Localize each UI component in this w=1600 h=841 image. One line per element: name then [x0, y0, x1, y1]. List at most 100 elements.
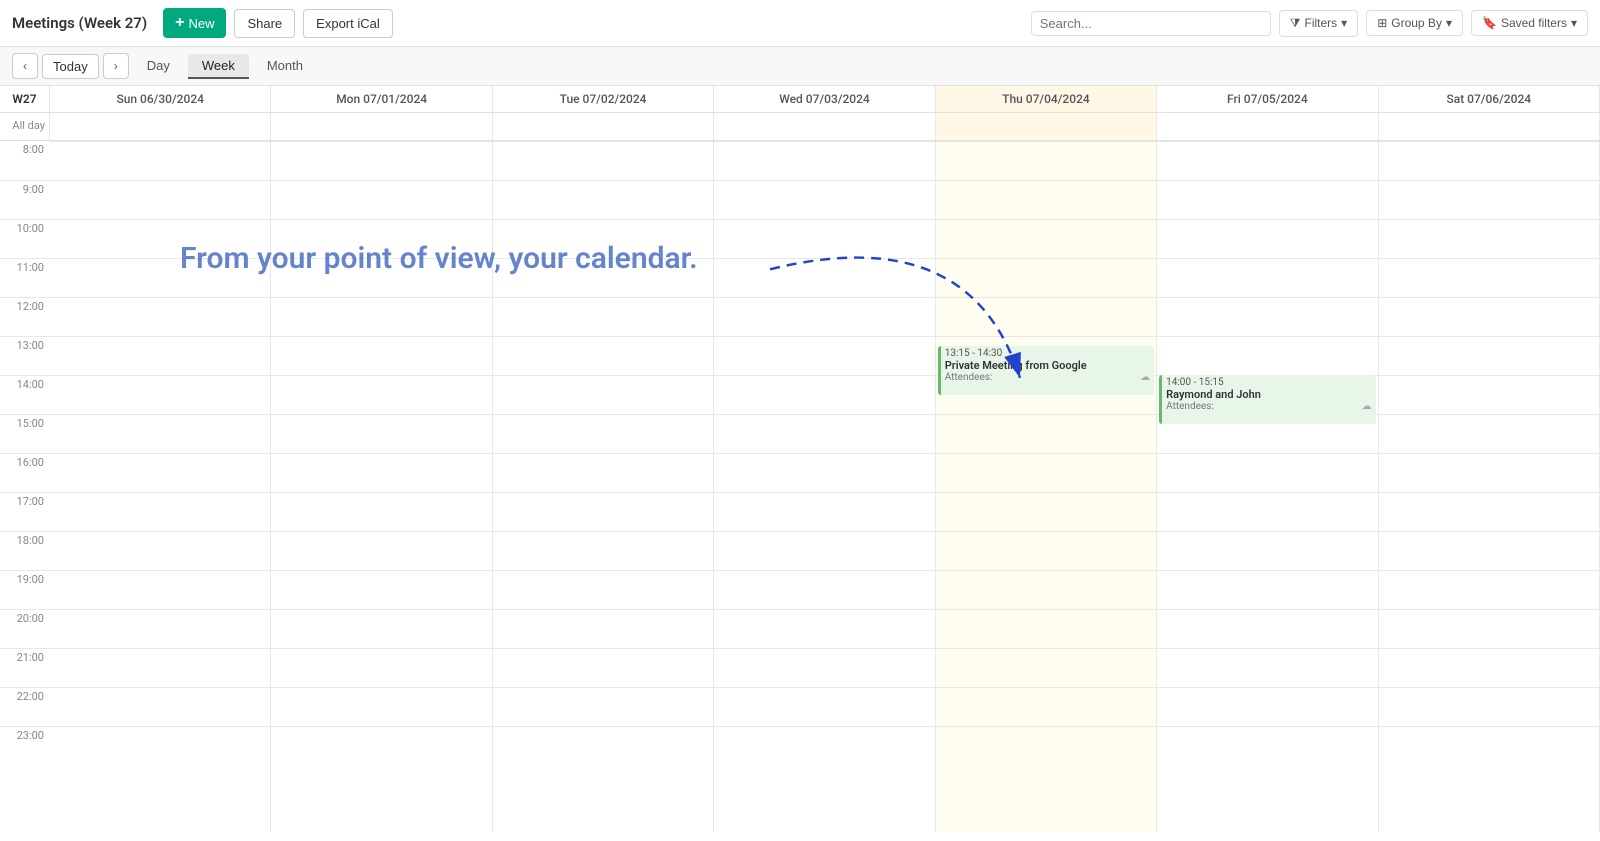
hour-line: [1157, 219, 1377, 258]
cal-body: 8:009:0010:0011:0012:0013:0014:0015:0016…: [0, 141, 1600, 832]
event-block[interactable]: 13:15 - 14:30Private Meeting from Google…: [938, 346, 1154, 395]
hour-line: [50, 180, 270, 219]
hour-line: [50, 336, 270, 375]
time-column: 8:009:0010:0011:0012:0013:0014:0015:0016…: [0, 141, 50, 832]
time-slot: 8:00: [0, 141, 50, 180]
hour-line: [1379, 609, 1599, 648]
day-col-sat[interactable]: [1379, 141, 1600, 832]
filter-icon: ⧩: [1290, 16, 1301, 31]
col-sat: Sat 07/06/2024: [1379, 86, 1600, 112]
hour-line: [271, 180, 491, 219]
share-button[interactable]: Share: [234, 9, 295, 38]
hour-line: [714, 492, 934, 531]
day-col-fri[interactable]: 14:00 - 15:15Raymond and John☁Attendees:: [1157, 141, 1378, 832]
hour-line: [271, 141, 491, 180]
hour-line: [1379, 531, 1599, 570]
group-by-button[interactable]: ⊞ Group By ▾: [1366, 10, 1463, 36]
hour-line: [493, 531, 713, 570]
hour-line: [1379, 648, 1599, 687]
allday-tue[interactable]: [493, 113, 714, 140]
hour-line: [1379, 258, 1599, 297]
export-button[interactable]: Export iCal: [303, 9, 393, 38]
allday-wed[interactable]: [714, 113, 935, 140]
day-col-wed[interactable]: [714, 141, 935, 832]
event-title: Private Meeting from Google: [945, 359, 1150, 372]
next-icon: ›: [114, 59, 118, 73]
hour-line: [714, 609, 934, 648]
days-grid: 13:15 - 14:30Private Meeting from Google…: [50, 141, 1600, 832]
new-button[interactable]: + New: [163, 8, 226, 38]
hour-line: [1157, 726, 1377, 765]
cal-header: W27 Sun 06/30/2024 Mon 07/01/2024 Tue 07…: [0, 86, 1600, 113]
allday-sat[interactable]: [1379, 113, 1600, 140]
hour-line: [50, 570, 270, 609]
hour-line: [1379, 570, 1599, 609]
day-col-tue[interactable]: [493, 141, 714, 832]
filters-label: Filters: [1304, 16, 1337, 30]
hour-line: [936, 219, 1156, 258]
hour-line: [493, 453, 713, 492]
allday-row: All day: [0, 113, 1600, 141]
prev-button[interactable]: ‹: [12, 53, 38, 79]
event-time: 14:00 - 15:15: [1166, 377, 1371, 388]
tab-month[interactable]: Month: [253, 54, 317, 79]
hour-line: [271, 336, 491, 375]
col-fri-label: Fri 07/05/2024: [1227, 92, 1308, 106]
hour-line: [50, 414, 270, 453]
page-title: Meetings (Week 27): [12, 14, 147, 32]
hour-line: [714, 336, 934, 375]
hour-line: [1379, 141, 1599, 180]
allday-sun[interactable]: [50, 113, 271, 140]
group-icon: ⊞: [1377, 16, 1387, 30]
hour-line: [271, 492, 491, 531]
hour-line: [271, 726, 491, 765]
hour-line: [50, 258, 270, 297]
col-mon-label: Mon 07/01/2024: [336, 92, 427, 106]
prev-icon: ‹: [23, 59, 27, 73]
tab-day[interactable]: Day: [133, 54, 184, 79]
filters-button[interactable]: ⧩ Filters ▾: [1279, 10, 1358, 37]
hour-line: [1157, 609, 1377, 648]
event-block[interactable]: 14:00 - 15:15Raymond and John☁Attendees:: [1159, 375, 1375, 424]
allday-fri[interactable]: [1157, 113, 1378, 140]
day-col-sun[interactable]: [50, 141, 271, 832]
time-slot: 14:00: [0, 375, 50, 414]
saved-icon: 🔖: [1482, 16, 1497, 30]
day-col-thu[interactable]: 13:15 - 14:30Private Meeting from Google…: [936, 141, 1157, 832]
allday-mon[interactable]: [271, 113, 492, 140]
event-cloud-icon: ☁: [1362, 401, 1372, 412]
hour-line: [50, 141, 270, 180]
col-fri: Fri 07/05/2024: [1157, 86, 1378, 112]
time-slot: 21:00: [0, 648, 50, 687]
search-box[interactable]: [1031, 11, 1271, 36]
hour-line: [936, 531, 1156, 570]
hour-line: [1157, 492, 1377, 531]
day-col-mon[interactable]: [271, 141, 492, 832]
hour-line: [50, 492, 270, 531]
hour-line: [493, 180, 713, 219]
col-mon: Mon 07/01/2024: [271, 86, 492, 112]
group-by-label: Group By: [1391, 16, 1442, 30]
saved-filters-button[interactable]: 🔖 Saved filters ▾: [1471, 10, 1588, 36]
hour-line: [1157, 531, 1377, 570]
hour-line: [493, 687, 713, 726]
allday-thu[interactable]: [936, 113, 1157, 140]
hour-line: [1157, 141, 1377, 180]
allday-label: All day: [0, 113, 50, 140]
event-attendees: Attendees:: [945, 372, 1150, 383]
next-button[interactable]: ›: [103, 53, 129, 79]
today-button[interactable]: Today: [42, 54, 99, 79]
header-right: ⧩ Filters ▾ ⊞ Group By ▾ 🔖 Saved filters…: [1031, 10, 1588, 37]
hour-line: [271, 219, 491, 258]
time-slot: 11:00: [0, 258, 50, 297]
time-slot: 9:00: [0, 180, 50, 219]
hour-line: [936, 258, 1156, 297]
col-wed-label: Wed 07/03/2024: [779, 92, 869, 106]
page-header: Meetings (Week 27) + New Share Export iC…: [0, 0, 1600, 47]
search-input[interactable]: [1040, 16, 1262, 31]
col-sat-label: Sat 07/06/2024: [1446, 92, 1531, 106]
hour-line: [714, 375, 934, 414]
hour-line: [1157, 336, 1377, 375]
hour-line: [714, 141, 934, 180]
tab-week[interactable]: Week: [188, 54, 249, 79]
